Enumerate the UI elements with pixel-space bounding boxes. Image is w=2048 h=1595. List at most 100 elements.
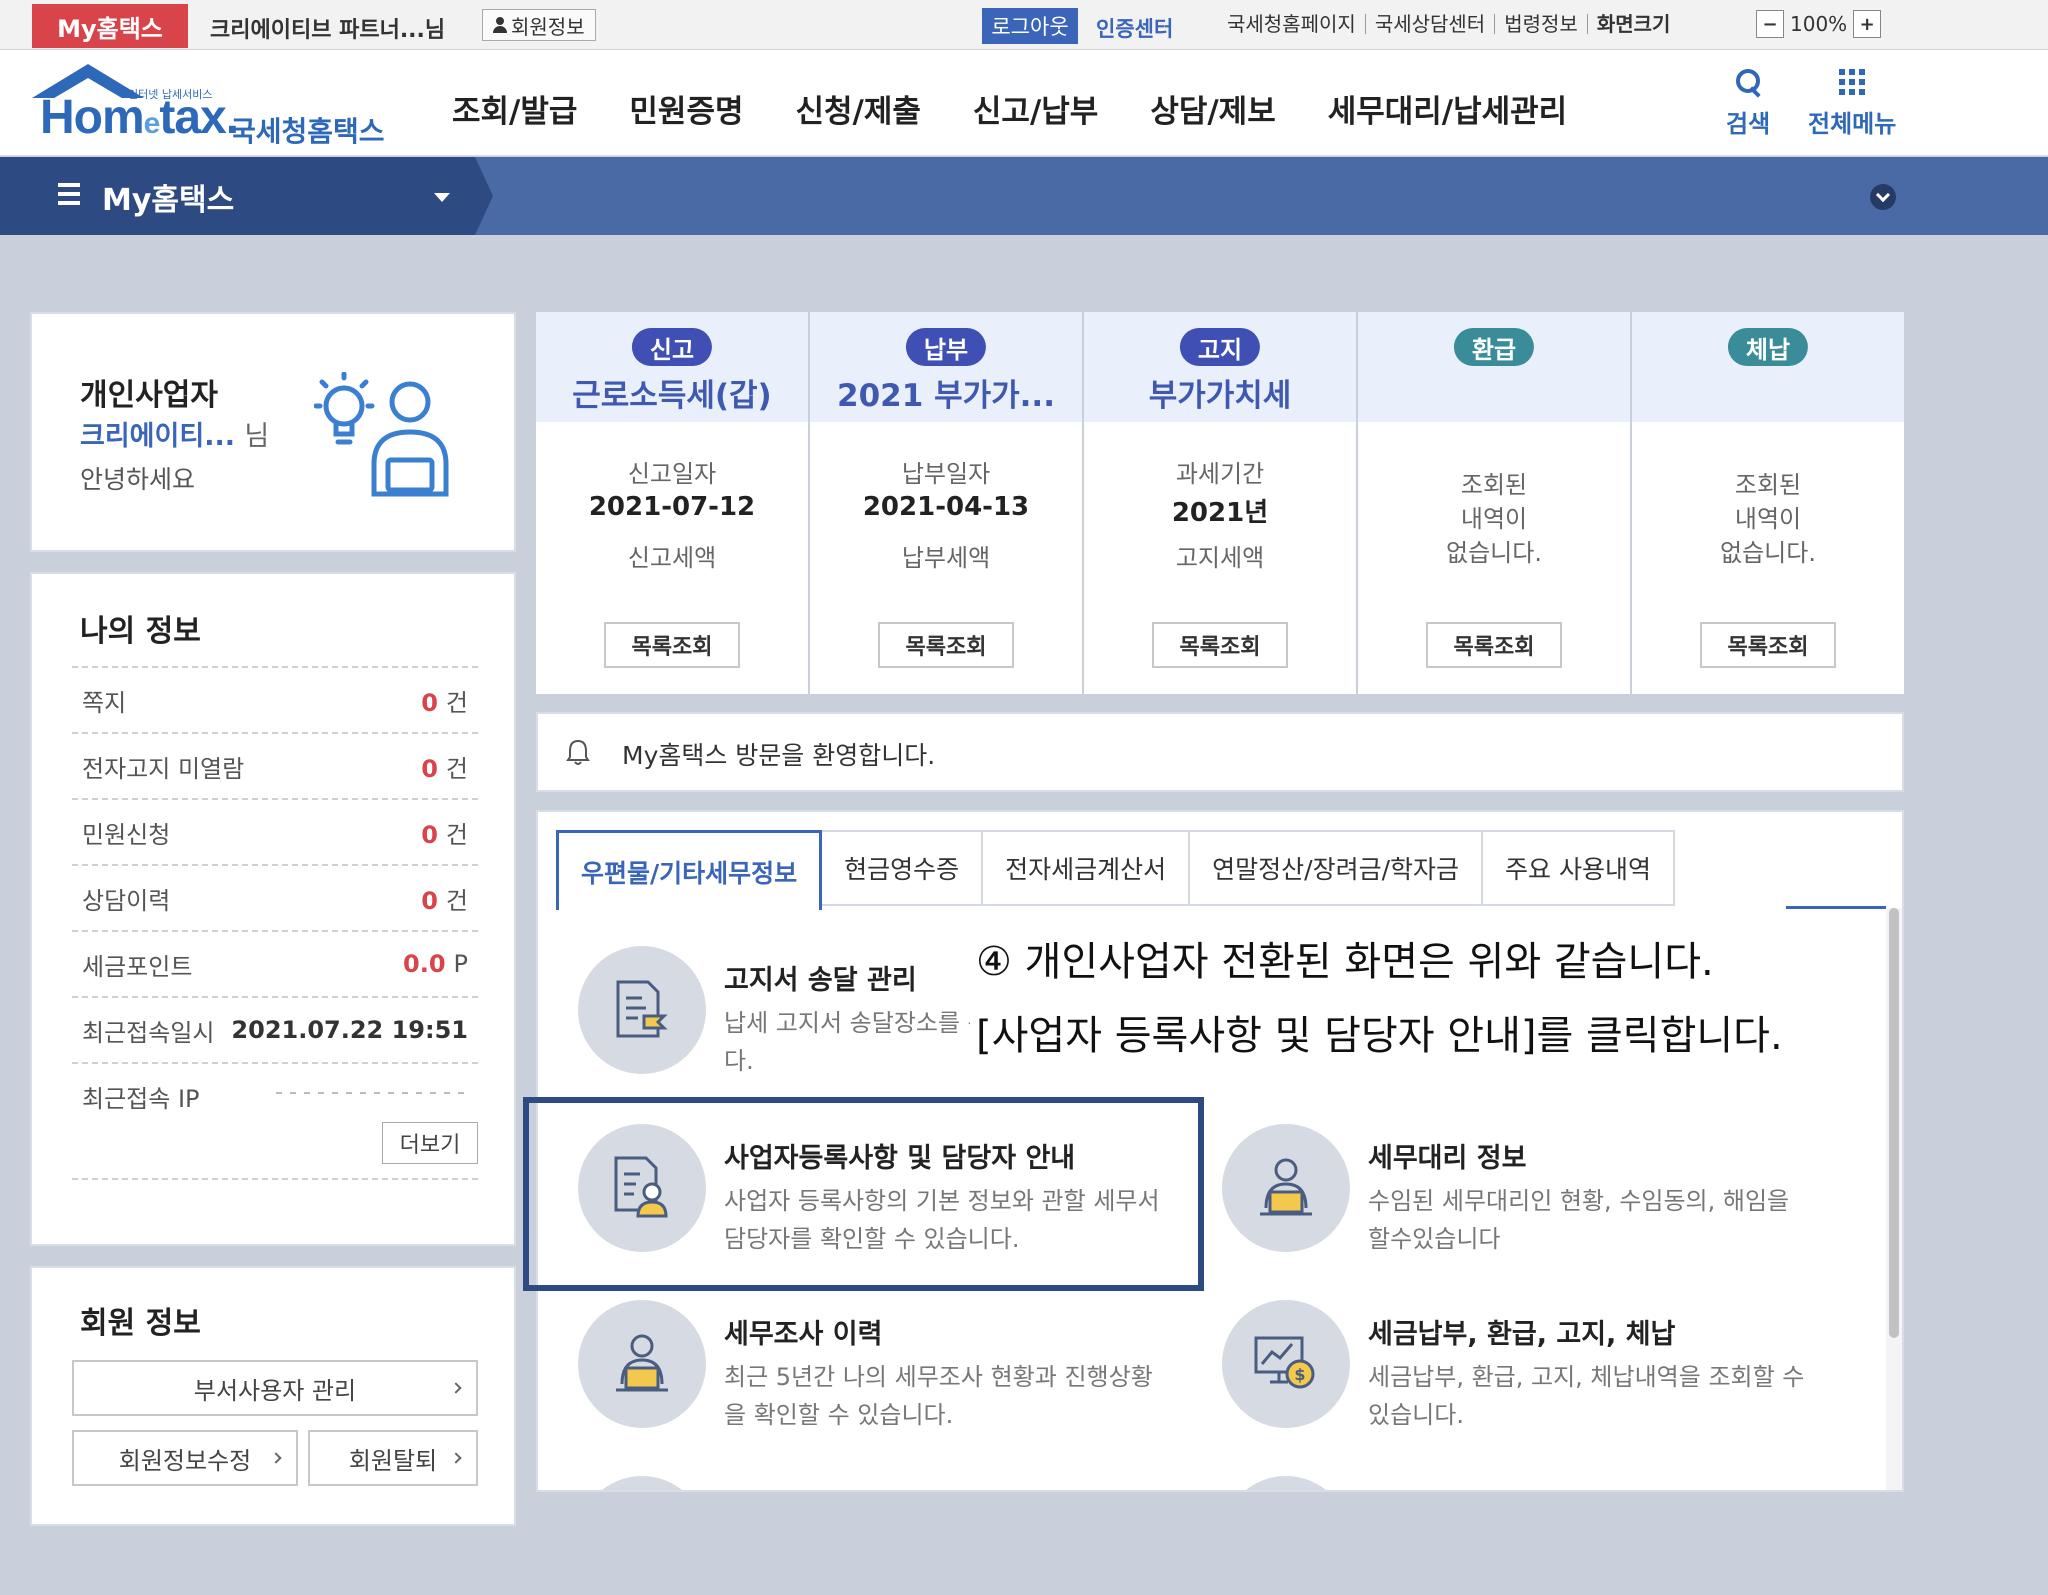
chevron-right-icon: [450, 1452, 462, 1464]
zoom-control: − 100% +: [1756, 10, 1882, 38]
all-menu-button[interactable]: 전체메뉴: [1808, 68, 1896, 139]
myhometax-tab[interactable]: My홈택스: [32, 4, 188, 48]
info-row-last-ip: 최근접속 IP: [72, 1062, 478, 1128]
tab-cash-receipt[interactable]: 현금영수증: [822, 830, 984, 906]
law-info-link[interactable]: 법령정보: [1494, 14, 1587, 34]
tab-year-end[interactable]: 연말정산/장려금/학자금: [1190, 830, 1484, 906]
user-laptop-icon: [616, 1334, 668, 1392]
logo-korean: 국세청홈택스: [230, 115, 385, 148]
caret-down-icon: [434, 193, 450, 202]
screen-size-label: 화면크기: [1586, 14, 1680, 34]
masked-ip: [276, 1092, 466, 1094]
badge-refund: 환급: [1453, 328, 1535, 366]
info-row-civil-request[interactable]: 민원신청 0건: [72, 798, 478, 864]
list-view-button[interactable]: 목록조회: [604, 622, 740, 668]
tab-list: 우편물/기타세무정보 현금영수증 전자세금계산서 연말정산/장려금/학자금 주요…: [556, 830, 1675, 910]
nav-apply-submit[interactable]: 신청/제출: [796, 86, 921, 131]
document-flag-icon: [616, 980, 668, 1038]
main-navigation: 조회/발급 민원증명 신청/제출 신고/납부 상담/제보 세무대리/납세관리: [452, 86, 1567, 131]
bell-icon: [566, 739, 590, 765]
zoom-value: 100%: [1790, 12, 1848, 36]
nts-homepage-link[interactable]: 국세청홈페이지: [1218, 14, 1365, 34]
summary-arrears: 체납 조회된 내역이 없습니다. 목록조회: [1632, 312, 1904, 694]
member-info-card: 회원 정보 부서사용자 관리 회원정보수정 회원탈퇴: [30, 1266, 516, 1526]
cert-center-link[interactable]: 인증센터: [1096, 13, 1173, 43]
panel-scrollbar[interactable]: [1886, 908, 1902, 1490]
nav-civil-certificate[interactable]: 민원증명: [629, 86, 743, 131]
all-menu-label: 전체메뉴: [1808, 110, 1897, 138]
welcome-banner: My홈택스 방문을 환영합니다.: [536, 712, 1904, 792]
info-row-tax-points[interactable]: 세금포인트 0.0 P: [72, 930, 478, 996]
summary-notice: 고지 부가가치세 과세기간 2021년 고지세액 목록조회: [1084, 312, 1356, 694]
lightbulb-user-icon: [314, 372, 449, 497]
summary-title[interactable]: 근로소득세(갑): [536, 370, 808, 415]
badge-report: 신고: [631, 328, 713, 366]
greeting-text: 안녕하세요: [80, 465, 196, 494]
tax-summary-cards: 신고 근로소득세(갑) 신고일자 2021-07-12 신고세액 목록조회 납부 2…: [536, 312, 1904, 694]
info-row-messages[interactable]: 쪽지 0건: [72, 666, 478, 732]
tab-usage-history[interactable]: 주요 사용내역: [1483, 830, 1675, 906]
nav-tax-agent[interactable]: 세무대리/납세관리: [1328, 86, 1567, 131]
info-row-last-login: 최근접속일시 2021.07.22 19:51: [72, 996, 478, 1062]
badge-notice: 고지: [1179, 328, 1261, 366]
summary-payment: 납부 2021 부가가... 납부일자 2021-04-13 납부세액 목록조회: [810, 312, 1082, 694]
profile-user-name: 크리에이티... 님: [80, 421, 270, 452]
list-view-button[interactable]: 목록조회: [1700, 622, 1836, 668]
site-header: 인터넷 납세서비스 Hometax. 국세청홈택스 조회/발급 민원증명 신청/…: [0, 50, 2048, 156]
tab-mail-tax-info[interactable]: 우편물/기타세무정보: [556, 830, 823, 910]
nav-report-pay[interactable]: 신고/납부: [973, 86, 1098, 131]
list-view-button[interactable]: 목록조회: [1152, 622, 1288, 668]
search-icon: [1734, 68, 1762, 96]
logout-button[interactable]: 로그아웃: [982, 8, 1078, 44]
member-info-button[interactable]: 회원정보: [482, 9, 596, 41]
chevron-right-icon: [270, 1452, 282, 1464]
tab-e-tax-invoice[interactable]: 전자세금계산서: [983, 830, 1191, 906]
service-partial-hidden-2[interactable]: [1222, 1476, 1822, 1490]
grid-menu-icon: [1838, 68, 1866, 96]
list-view-button[interactable]: 목록조회: [1426, 622, 1562, 668]
person-icon: [493, 17, 507, 33]
annotation-line-2: [사업자 등록사항 및 담당자 안내]를 클릭합니다.: [976, 1013, 1783, 1059]
service-partial-hidden-1[interactable]: [578, 1476, 1178, 1490]
nav-consult-report[interactable]: 상담/제보: [1150, 86, 1275, 131]
search-label: 검색: [1726, 110, 1771, 138]
monitor-coin-icon: $: [1254, 1336, 1315, 1389]
my-info-card: 나의 정보 쪽지 0건 전자고지 미열람 0건 민원신청 0건 상담이력 0건 …: [30, 572, 516, 1246]
nav-inquiry-issue[interactable]: 조회/발급: [452, 86, 577, 131]
profile-card: 개인사업자 크리에이티... 님 안녕하세요: [30, 312, 516, 552]
more-button[interactable]: 더보기: [382, 1122, 478, 1164]
tax-consult-center-link[interactable]: 국세상담센터: [1364, 14, 1494, 34]
info-row-unread-notice[interactable]: 전자고지 미열람 0건: [72, 732, 478, 798]
my-info-list: 쪽지 0건 전자고지 미열람 0건 민원신청 0건 상담이력 0건 세금포인트 …: [72, 666, 478, 1128]
service-tax-agent-info[interactable]: 세무대리 정보 수임된 세무대리인 현황, 수임동의, 해임을 할수있습니다: [1222, 1124, 1822, 1274]
summary-title[interactable]: 2021 부가가...: [810, 370, 1082, 415]
scrollbar-thumb[interactable]: [1889, 908, 1899, 1338]
top-utility-bar: My홈택스 크리에이티브 파트너...님 회원정보 로그아웃 인증센터 국세청홈…: [0, 0, 2048, 50]
zoom-in-button[interactable]: +: [1853, 10, 1882, 38]
welcome-message: My홈택스 방문을 환영합니다.: [622, 741, 936, 770]
badge-payment: 납부: [905, 328, 987, 366]
edit-member-button[interactable]: 회원정보수정: [72, 1430, 298, 1486]
zoom-out-button[interactable]: −: [1756, 10, 1784, 38]
user-name: 크리에이티브 파트너...님: [210, 18, 446, 43]
summary-report: 신고 근로소득세(갑) 신고일자 2021-07-12 신고세액 목록조회: [536, 312, 808, 694]
utility-links: 국세청홈페이지 국세상담센터 법령정보 화면크기: [1218, 14, 1679, 34]
highlight-box: [523, 1097, 1204, 1291]
instruction-annotation: ④ 개인사업자 전환된 화면은 위와 같습니다. [사업자 등록사항 및 담당자…: [970, 925, 1783, 1073]
chevron-right-icon: [450, 1382, 462, 1394]
withdraw-button[interactable]: 회원탈퇴: [308, 1430, 478, 1486]
member-info-label: 회원정보: [511, 14, 585, 39]
logo-wordmark: Hometax.: [40, 91, 239, 144]
user-role: 개인사업자: [80, 378, 218, 413]
service-payment-refund[interactable]: $ 세금납부, 환급, 고지, 체납 세금납부, 환급, 고지, 체납내역을 조…: [1222, 1300, 1822, 1450]
hometax-logo[interactable]: 인터넷 납세서비스 Hometax. 국세청홈택스: [28, 60, 388, 150]
chevron-down-circle-icon[interactable]: [1870, 184, 1896, 210]
annotation-line-1: ④ 개인사업자 전환된 화면은 위와 같습니다.: [976, 939, 1714, 985]
info-row-consult-history[interactable]: 상담이력 0건: [72, 864, 478, 930]
list-view-button[interactable]: 목록조회: [878, 622, 1014, 668]
search-button[interactable]: 검색: [1726, 68, 1770, 139]
department-user-button[interactable]: 부서사용자 관리: [72, 1360, 478, 1416]
service-tax-audit-history[interactable]: 세무조사 이력 최근 5년간 나의 세무조사 현황과 진행상황을 확인할 수 있…: [578, 1300, 1178, 1450]
summary-refund: 환급 조회된 내역이 없습니다. 목록조회: [1358, 312, 1630, 694]
summary-title[interactable]: 부가가치세: [1084, 370, 1356, 415]
